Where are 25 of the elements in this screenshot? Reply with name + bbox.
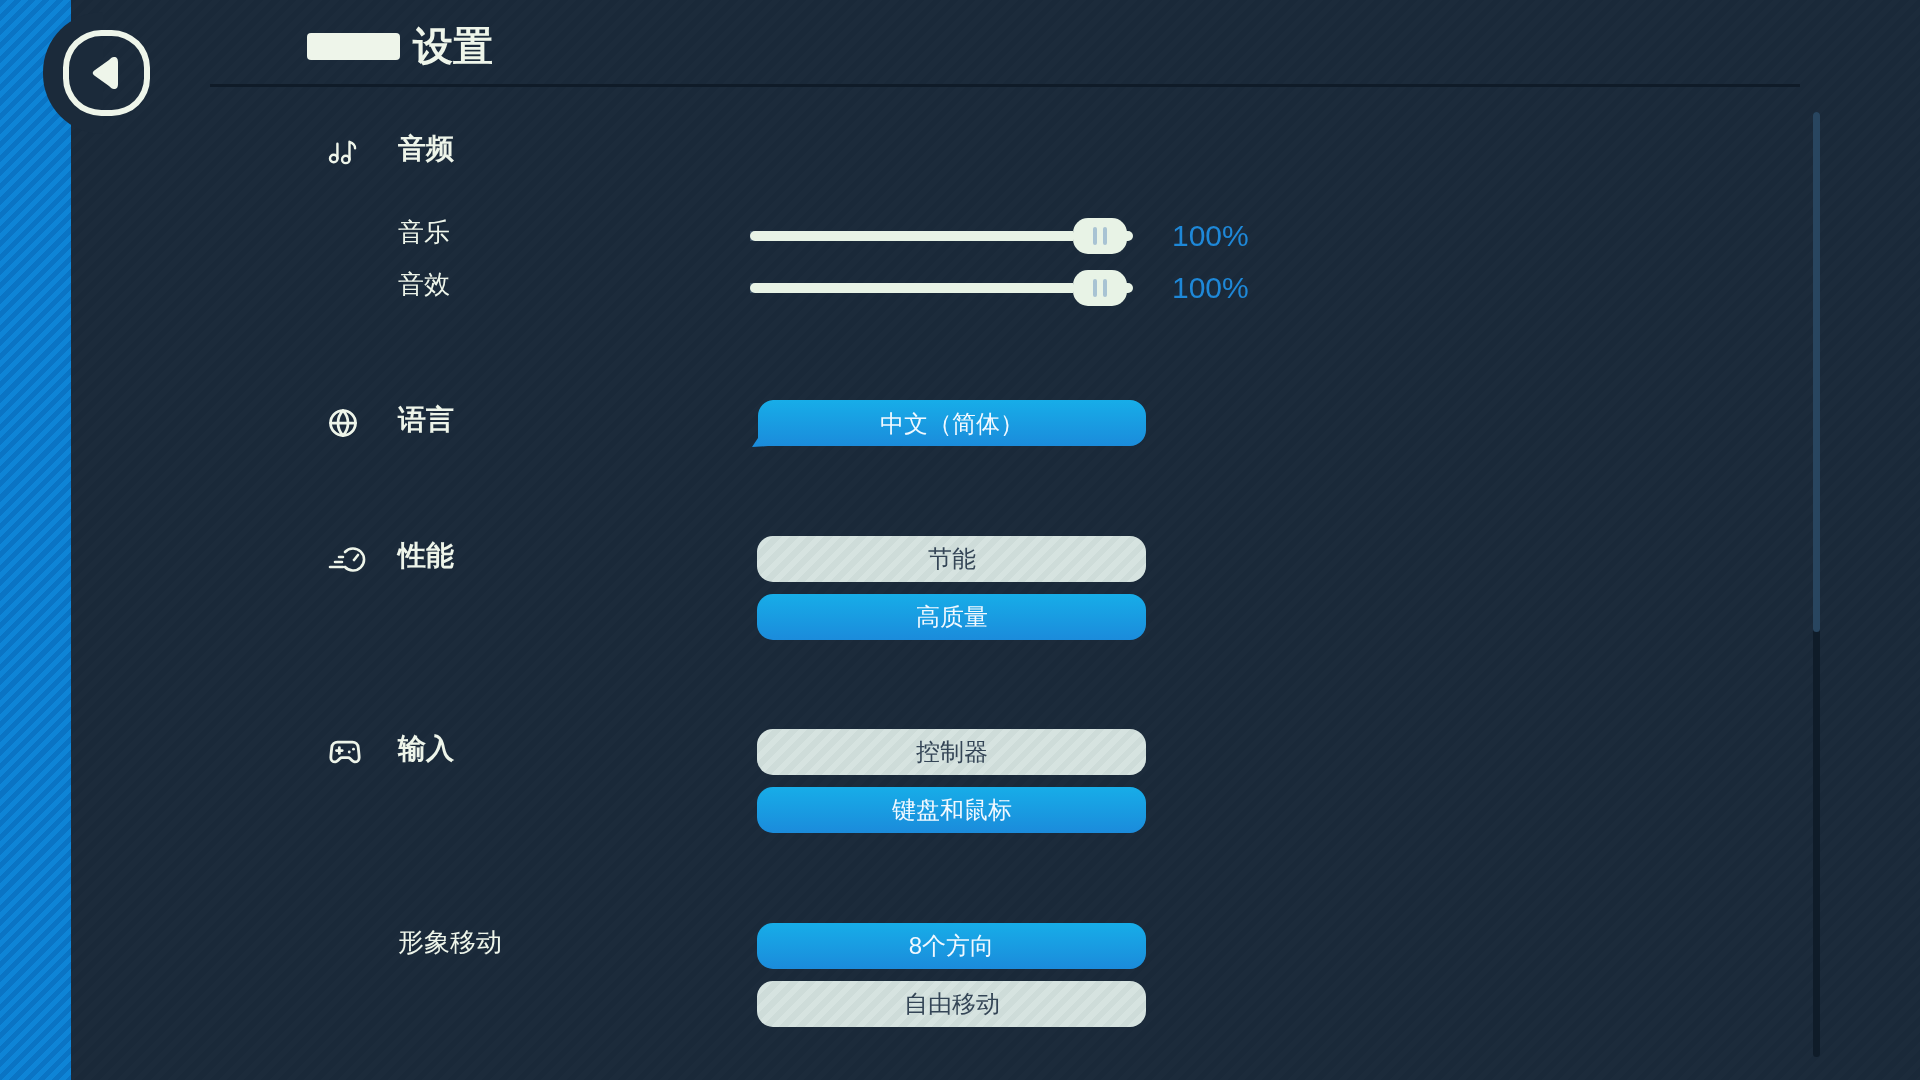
scrollbar-track[interactable] — [1813, 112, 1820, 1057]
scrollbar-thumb[interactable] — [1813, 112, 1820, 632]
setting-label: 音乐 — [398, 219, 450, 245]
setting-label: 形象移动 — [398, 929, 502, 955]
option-button[interactable]: 高质量 — [757, 594, 1146, 640]
section-heading: 性能 — [398, 542, 454, 570]
option-button[interactable]: 8个方向 — [757, 923, 1146, 969]
back-button[interactable] — [63, 30, 150, 116]
section-heading: 输入 — [398, 735, 454, 763]
section-heading: 音频 — [398, 135, 454, 163]
setting-label: 音效 — [398, 271, 450, 297]
globe-icon — [328, 408, 358, 438]
blank-tag-icon — [307, 32, 400, 60]
page-title: 设置 — [413, 26, 493, 66]
slider-value: 100% — [1172, 221, 1249, 251]
speedometer-icon — [328, 545, 366, 573]
music-notes-icon — [328, 139, 358, 165]
option-button[interactable]: 控制器 — [757, 729, 1146, 775]
option-button[interactable]: 节能 — [757, 536, 1146, 582]
section-heading: 语言 — [398, 406, 454, 434]
language-dropdown[interactable]: 中文（简体） — [752, 400, 1146, 447]
triangle-left-icon — [91, 55, 118, 91]
option-button[interactable]: 自由移动 — [757, 981, 1146, 1027]
option-button[interactable]: 键盘和鼠标 — [757, 787, 1146, 833]
slider-value: 100% — [1172, 273, 1249, 303]
